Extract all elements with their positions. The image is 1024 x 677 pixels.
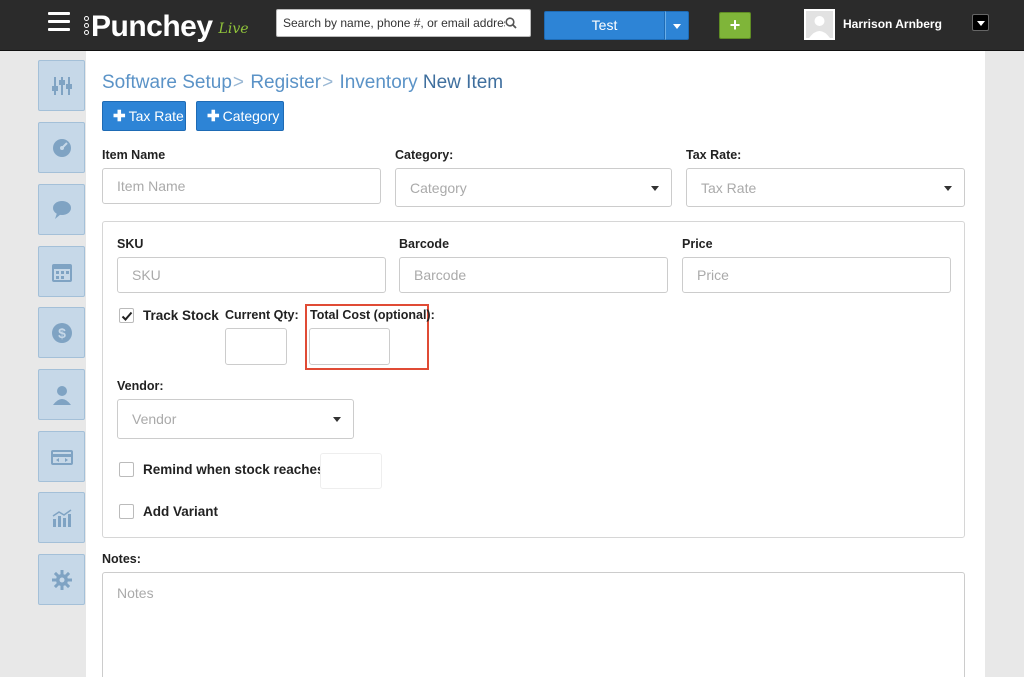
caret-down-icon bbox=[673, 24, 681, 29]
user-icon bbox=[52, 385, 71, 405]
plus-icon: ✚ bbox=[113, 108, 126, 125]
top-bar: Punchey Live Test + Harrison Arnberg bbox=[0, 0, 1024, 51]
chat-icon bbox=[52, 200, 71, 219]
item-name-label: Item Name bbox=[102, 148, 166, 162]
svg-text:$: $ bbox=[58, 325, 66, 341]
sidebar-item-messages[interactable] bbox=[38, 184, 85, 235]
search-icon[interactable] bbox=[505, 17, 517, 29]
total-cost-input[interactable] bbox=[309, 328, 390, 365]
user-name[interactable]: Harrison Arnberg bbox=[843, 17, 942, 31]
location-button[interactable]: Test bbox=[544, 11, 665, 40]
breadcrumb-inventory[interactable]: Inventory bbox=[339, 72, 417, 93]
gear-icon bbox=[51, 569, 72, 590]
sidebar-item-calendar[interactable] bbox=[38, 246, 85, 297]
caret-down-icon bbox=[333, 417, 341, 422]
dollar-icon: $ bbox=[51, 322, 72, 343]
tax-rate-select-value: Tax Rate bbox=[701, 179, 757, 196]
logo-text: Punchey bbox=[91, 10, 213, 43]
track-stock-checkbox[interactable] bbox=[119, 308, 134, 323]
sidebar-item-payments[interactable]: $ bbox=[38, 307, 85, 358]
breadcrumb-separator: > bbox=[232, 72, 245, 93]
sliders-icon bbox=[51, 76, 72, 95]
location-dropdown-toggle[interactable] bbox=[665, 11, 689, 40]
category-label: Category: bbox=[395, 148, 454, 162]
reports-icon bbox=[52, 508, 71, 527]
dashboard-icon bbox=[52, 138, 71, 157]
tax-rate-select[interactable]: Tax Rate bbox=[686, 168, 965, 207]
notes-label: Notes: bbox=[102, 552, 141, 566]
search-box bbox=[276, 9, 531, 37]
add-tax-rate-label: Tax Rate bbox=[128, 108, 184, 124]
remind-label: Remind when stock reaches bbox=[143, 462, 325, 477]
current-qty-input[interactable] bbox=[225, 328, 287, 365]
user-avatar-icon bbox=[806, 11, 833, 38]
quick-add-button[interactable]: + bbox=[719, 12, 751, 39]
breadcrumb-current: New Item bbox=[422, 72, 504, 93]
caret-down-icon bbox=[651, 185, 659, 191]
sidebar-item-settings[interactable] bbox=[38, 554, 85, 605]
add-variant-label: Add Variant bbox=[143, 504, 219, 519]
notes-textarea[interactable] bbox=[102, 572, 965, 677]
calendar-icon bbox=[51, 263, 72, 282]
breadcrumb-software-setup[interactable]: Software Setup bbox=[102, 72, 232, 93]
logo-dots bbox=[84, 16, 89, 35]
add-category-label: Category bbox=[222, 108, 280, 124]
menu-icon[interactable] bbox=[48, 12, 70, 32]
register-icon bbox=[50, 449, 73, 465]
breadcrumb: Software Setup> Register> Inventory New … bbox=[102, 72, 503, 94]
vendor-select[interactable]: Vendor bbox=[117, 399, 354, 439]
sidebar-item-reports[interactable] bbox=[38, 492, 85, 543]
checkmark-icon bbox=[121, 311, 133, 321]
vendor-label: Vendor: bbox=[117, 379, 164, 393]
category-select-value: Category bbox=[410, 179, 467, 196]
price-input[interactable] bbox=[682, 257, 951, 293]
track-stock-label: Track Stock bbox=[143, 308, 219, 323]
sidebar-item-customers[interactable] bbox=[38, 369, 85, 420]
current-qty-label: Current Qty: bbox=[225, 308, 299, 322]
vendor-select-value: Vendor bbox=[132, 411, 177, 427]
total-cost-label: Total Cost (optional): bbox=[310, 308, 435, 322]
remind-threshold-input[interactable] bbox=[320, 453, 382, 489]
barcode-input[interactable] bbox=[399, 257, 668, 293]
avatar[interactable] bbox=[804, 9, 835, 40]
add-tax-rate-button[interactable]: ✚ Tax Rate bbox=[102, 101, 186, 131]
item-name-input[interactable] bbox=[102, 168, 381, 204]
user-menu-toggle[interactable] bbox=[972, 14, 989, 31]
breadcrumb-separator: > bbox=[322, 72, 334, 93]
caret-down-icon bbox=[977, 21, 985, 26]
price-label: Price bbox=[682, 237, 713, 251]
remind-checkbox[interactable] bbox=[119, 462, 134, 477]
category-select[interactable]: Category bbox=[395, 168, 672, 207]
tax-rate-label: Tax Rate: bbox=[686, 148, 742, 162]
logo[interactable]: Punchey Live bbox=[84, 5, 249, 45]
breadcrumb-register[interactable]: Register bbox=[250, 72, 321, 93]
logo-live: Live bbox=[218, 21, 249, 37]
sidebar-item-dashboard[interactable] bbox=[38, 122, 85, 173]
sidebar-item-register[interactable] bbox=[38, 431, 85, 482]
search-input[interactable] bbox=[277, 10, 505, 36]
barcode-label: Barcode bbox=[399, 237, 450, 251]
add-variant-checkbox[interactable] bbox=[119, 504, 134, 519]
sidebar-item-settings-sliders[interactable] bbox=[38, 60, 85, 111]
caret-down-icon bbox=[944, 185, 952, 191]
sku-input[interactable] bbox=[117, 257, 386, 293]
sku-label: SKU bbox=[117, 237, 144, 251]
plus-icon: ✚ bbox=[207, 108, 220, 125]
add-category-button[interactable]: ✚ Category bbox=[196, 101, 284, 131]
